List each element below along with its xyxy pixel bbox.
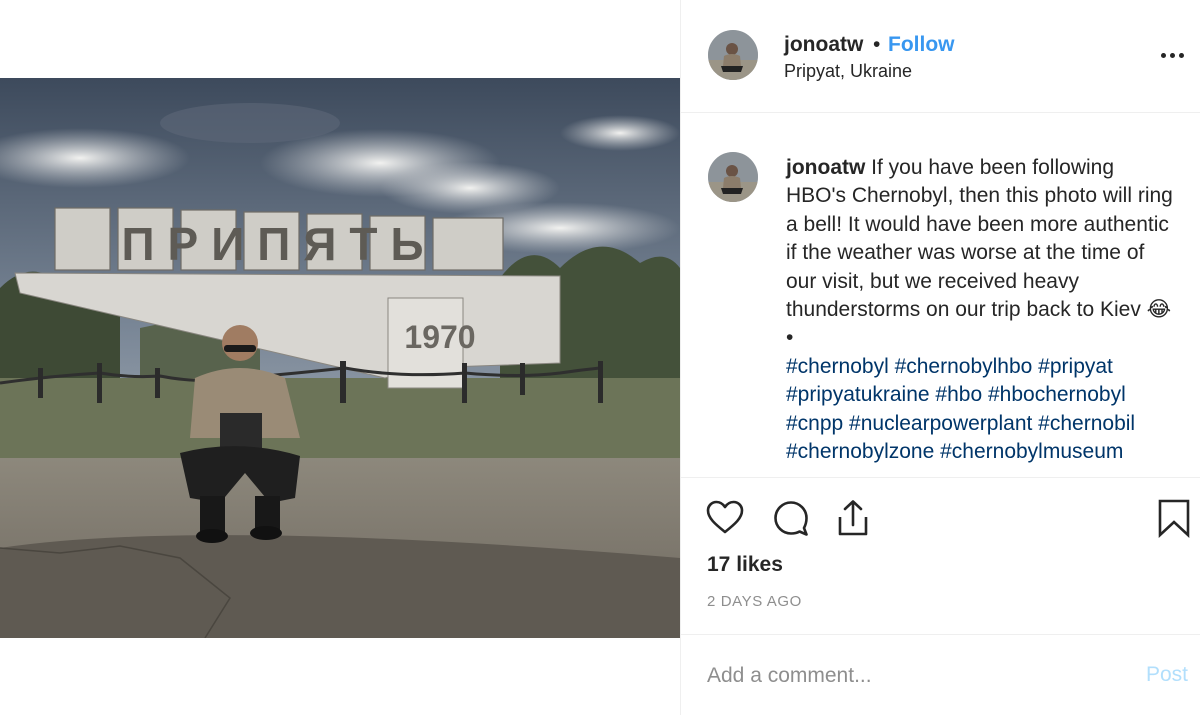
- post-side-panel: jonoatw • Follow Pripyat, Ukraine jonoat…: [680, 0, 1200, 715]
- post-comment-button[interactable]: Post: [1146, 663, 1188, 687]
- sign-text: ПРИПЯТЬ: [121, 218, 436, 270]
- comment-bar: Post: [681, 634, 1200, 715]
- post-header: jonoatw • Follow Pripyat, Ukraine: [681, 0, 1200, 113]
- post-timestamp[interactable]: 2 DAYS AGO: [707, 593, 802, 610]
- caption-avatar[interactable]: [708, 152, 758, 202]
- caption-hashtags[interactable]: #chernobyl #chernobylhbo #pripyat #pripy…: [786, 355, 1135, 463]
- separator-dot: •: [873, 33, 881, 56]
- likes-count[interactable]: 17 likes: [707, 553, 783, 577]
- bookmark-icon[interactable]: [1154, 498, 1194, 538]
- caption-bullet: •: [786, 326, 794, 350]
- comment-input[interactable]: [707, 661, 1107, 691]
- avatar[interactable]: [708, 30, 758, 80]
- post-author-username[interactable]: jonoatw: [784, 33, 863, 57]
- more-options-icon[interactable]: [1161, 42, 1191, 66]
- heart-icon[interactable]: [705, 498, 745, 538]
- action-bar: [681, 478, 1200, 558]
- sign-year: 1970: [404, 319, 475, 355]
- post-photo[interactable]: ПРИПЯТЬ 1970: [0, 78, 680, 638]
- follow-button[interactable]: Follow: [888, 33, 955, 57]
- photo-pane: ПРИПЯТЬ 1970: [0, 0, 680, 715]
- comment-icon[interactable]: [771, 498, 811, 538]
- post-location[interactable]: Pripyat, Ukraine: [784, 61, 912, 82]
- caption-username[interactable]: jonoatw: [786, 156, 865, 179]
- caption-text: If you have been following HBO's Chernob…: [786, 156, 1173, 322]
- share-icon[interactable]: [833, 498, 873, 538]
- caption-area: jonoatw If you have been following HBO's…: [681, 114, 1200, 478]
- caption: jonoatw If you have been following HBO's…: [786, 154, 1176, 466]
